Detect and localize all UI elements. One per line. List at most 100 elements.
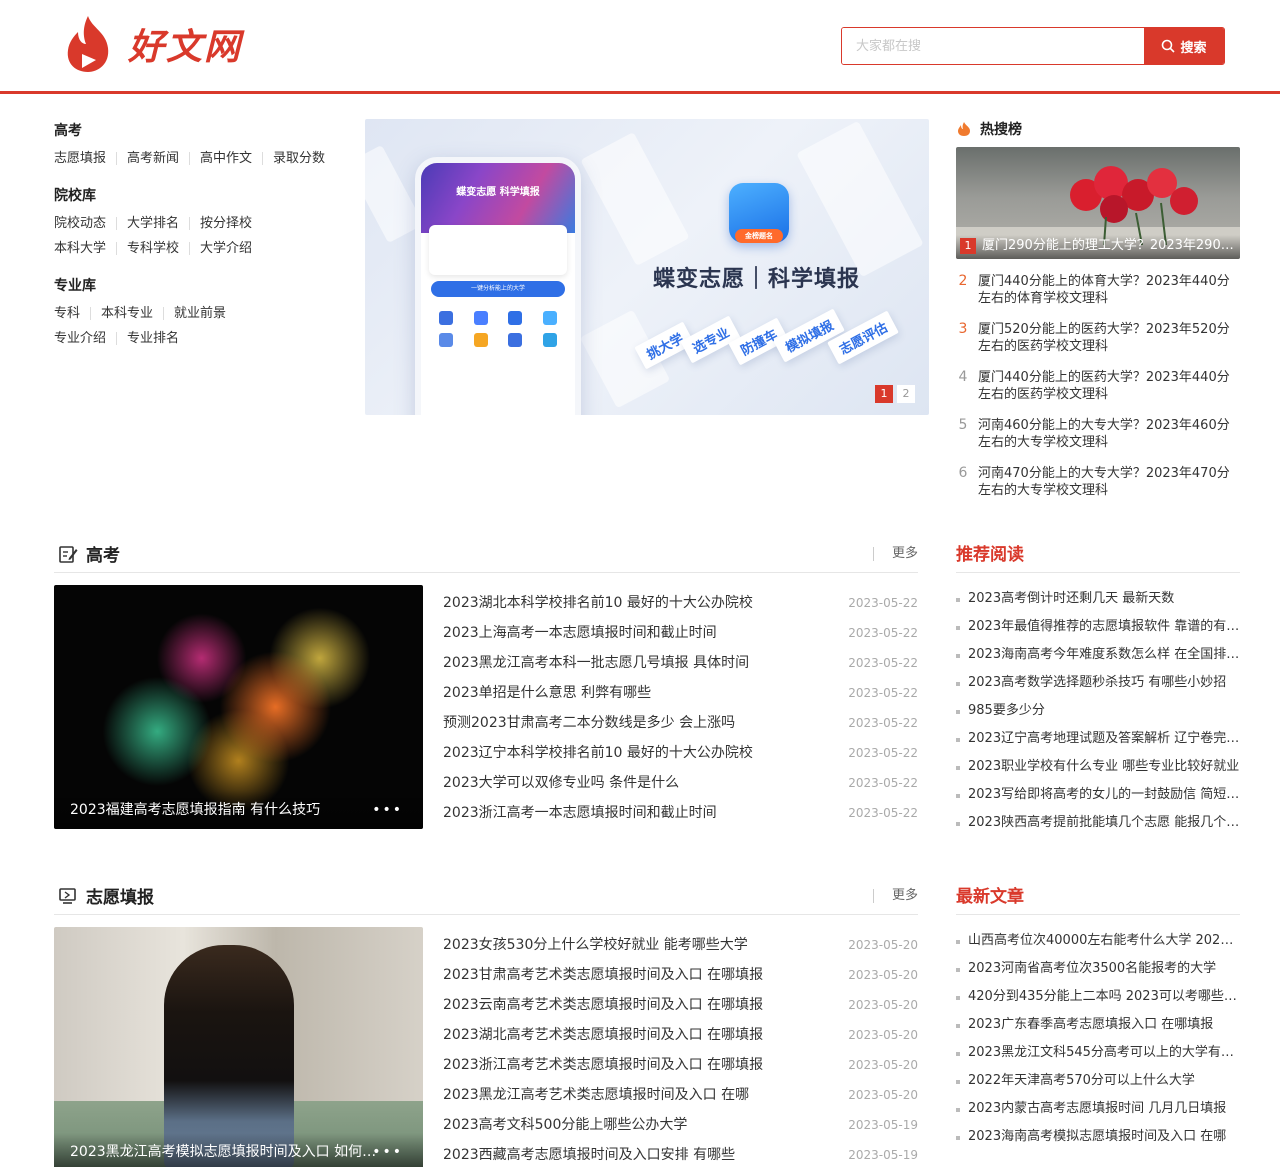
article-list-item[interactable]: 2023黑龙江高考本科一批志愿几号填报 具体时间 2023-05-22 <box>443 645 918 675</box>
nav-link[interactable]: 高中作文 <box>189 152 262 165</box>
nav-group: 高考志愿填报 高考新闻 高中作文 录取分数 <box>54 120 344 171</box>
article-title: 2023湖北本科学校排名前10 最好的十大公办院校 <box>443 595 753 611</box>
nav-link[interactable]: 大学介绍 <box>189 242 262 255</box>
sidebar-article-link[interactable]: 2023高考数学选择题秒杀技巧 有哪些小妙招 <box>956 669 1240 697</box>
article-list-item[interactable]: 2023辽宁本科学校排名前10 最好的十大公办院校 2023-05-22 <box>443 735 918 765</box>
banner-carousel[interactable]: 蝶变志愿 科学填报 一键分析能上的大学 金榜题名 蝶变志愿｜科学填报 挑大学 选… <box>365 119 929 415</box>
hot-item-text: 河南460分能上的大专大学？2023年460分左右的大专学校文理科 <box>978 418 1230 450</box>
article-list-item[interactable]: 预测2023甘肃高考二本分数线是多少 会上涨吗 2023-05-22 <box>443 705 918 735</box>
article-list-item[interactable]: 2023云南高考艺术类志愿填报时间及入口 在哪填报 2023-05-20 <box>443 987 918 1017</box>
article-list: 2023湖北本科学校排名前10 最好的十大公办院校 2023-05-22 2023上… <box>443 585 918 829</box>
hot-item-text: 厦门440分能上的体育大学？2023年440分左右的体育学校文理科 <box>978 274 1230 306</box>
article-date: 2023-05-20 <box>848 1028 918 1042</box>
latest-title: 最新文章 <box>956 877 1240 915</box>
recommend-title: 推荐阅读 <box>956 535 1240 573</box>
article-list-item[interactable]: 2023黑龙江高考艺术类志愿填报时间及入口 在哪 2023-05-20 <box>443 1077 918 1107</box>
article-date: 2023-05-22 <box>848 626 918 640</box>
sidebar-article-link[interactable]: 2023广东春季高考志愿填报入口 在哪填报 <box>956 1011 1240 1039</box>
article-list-item[interactable]: 2023单招是什么意思 利弊有哪些 2023-05-22 <box>443 675 918 705</box>
search-input[interactable] <box>842 28 1144 64</box>
sidebar-article-link[interactable]: 2023辽宁高考地理试题及答案解析 辽宁卷完整版 <box>956 725 1240 753</box>
article-list-item[interactable]: 2023西藏高考志愿填报时间及入口安排 有哪些 2023-05-19 <box>443 1137 918 1167</box>
search-button[interactable]: 搜索 <box>1144 28 1224 64</box>
nav-link[interactable]: 专科学校 <box>116 242 189 255</box>
nav-link[interactable]: 专科 <box>54 307 90 320</box>
sidebar-article-link[interactable]: 2023海南高考模拟志愿填报时间及入口 在哪 <box>956 1123 1240 1151</box>
section-header: 高考 更多 <box>54 535 918 573</box>
sidebar-article-link[interactable]: 2023陕西高考提前批能填几个志愿 能报几个学校 <box>956 809 1240 837</box>
sidebar-article-link[interactable]: 2022年天津高考570分可以上什么大学 <box>956 1067 1240 1095</box>
hot-list-item[interactable]: 5 河南460分能上的大专大学？2023年460分左右的大专学校文理科 <box>956 417 1240 451</box>
nav-link[interactable]: 录取分数 <box>262 152 335 165</box>
nav-link[interactable]: 本科大学 <box>54 242 116 255</box>
article-list-item[interactable]: 2023浙江高考艺术类志愿填报时间及入口 在哪填报 2023-05-20 <box>443 1047 918 1077</box>
hot-list-item[interactable]: 6 河南470分能上的大专大学？2023年470分左右的大专学校文理科 <box>956 465 1240 499</box>
hot-search-title: 热搜榜 <box>980 122 1022 138</box>
article-list-item[interactable]: 2023湖北本科学校排名前10 最好的十大公办院校 2023-05-22 <box>443 585 918 615</box>
sidebar-article-link[interactable]: 2023海南高考今年难度系数怎么样 在全国排第几 <box>956 641 1240 669</box>
logo-text: 好文网 <box>128 26 243 68</box>
hot-top-article[interactable]: 1 厦门290分能上的理工大学？2023年290分左右的理工学校文理科 <box>956 147 1240 259</box>
sidebar-article-link[interactable]: 2023内蒙古高考志愿填报时间 几月几日填报 <box>956 1095 1240 1123</box>
nav-link[interactable]: 专业介绍 <box>54 332 116 345</box>
article-list-item[interactable]: 2023大学可以双修专业吗 条件是什么 2023-05-22 <box>443 765 918 795</box>
article-list-item[interactable]: 2023甘肃高考艺术类志愿填报时间及入口 在哪填报 2023-05-20 <box>443 957 918 987</box>
sidebar-article-link[interactable]: 2023写给即将高考的女儿的一封鼓励信 简短暖心 <box>956 781 1240 809</box>
sidebar-article-link[interactable]: 985要多少分 <box>956 697 1240 725</box>
nav-link[interactable]: 专业排名 <box>116 332 189 345</box>
hot-list-item[interactable]: 3 厦门520分能上的医药大学？2023年520分左右的医药学校文理科 <box>956 321 1240 355</box>
hot-top-text: 厦门290分能上的理工大学？2023年290分左右的理工学校文理科 <box>982 238 1240 253</box>
nav-link[interactable]: 志愿填报 <box>54 152 116 165</box>
sidebar-article-link[interactable]: 山西高考位次40000左右能考什么大学 2023推荐 <box>956 927 1240 955</box>
featured-article-image[interactable]: 2023黑龙江高考模拟志愿填报时间及入口 如何填报 ••• <box>54 927 423 1167</box>
nav-group-title[interactable]: 高考 <box>54 120 344 142</box>
site-logo[interactable]: 好文网 <box>62 14 242 74</box>
article-date: 2023-05-22 <box>848 716 918 730</box>
section-title: 志愿填报 <box>86 888 154 908</box>
sidebar-article-link[interactable]: 420分到435分能上二本吗 2023可以考哪些院校 <box>956 983 1240 1011</box>
sidebar-article-link[interactable]: 2023黑龙江文科545分高考可以上的大学有哪些 <box>956 1039 1240 1067</box>
section-title: 高考 <box>86 546 120 566</box>
article-date: 2023-05-20 <box>848 968 918 982</box>
nav-link[interactable]: 院校动态 <box>54 217 116 230</box>
nav-link[interactable]: 本科专业 <box>90 307 163 320</box>
carousel-page-1[interactable]: 1 <box>875 385 893 403</box>
hot-list-item[interactable]: 4 厦门440分能上的医药大学？2023年440分左右的医药学校文理科 <box>956 369 1240 403</box>
phone-mockup: 蝶变志愿 科学填报 一键分析能上的大学 <box>415 157 581 415</box>
article-list-item[interactable]: 2023上海高考一本志愿填报时间和截止时间 2023-05-22 <box>443 615 918 645</box>
carousel-page-2[interactable]: 2 <box>897 385 915 403</box>
nav-group-title[interactable]: 院校库 <box>54 185 344 207</box>
article-date: 2023-05-20 <box>848 998 918 1012</box>
article-list-item[interactable]: 2023女孩530分上什么学校好就业 能考哪些大学 2023-05-20 <box>443 927 918 957</box>
rank-number: 3 <box>958 321 968 337</box>
sidebar-article-link[interactable]: 2023职业学校有什么专业 哪些专业比较好就业 <box>956 753 1240 781</box>
featured-article-image[interactable]: 2023福建高考志愿填报指南 有什么技巧 ••• <box>54 585 423 829</box>
sidebar-article-link[interactable]: 2023年最值得推荐的志愿填报软件 靠谱的有哪些 <box>956 613 1240 641</box>
nav-link[interactable]: 就业前景 <box>163 307 236 320</box>
article-date: 2023-05-20 <box>848 938 918 952</box>
featured-caption-text: 2023黑龙江高考模拟志愿填报时间及入口 如何填报 <box>70 1144 380 1160</box>
featured-article-caption: 2023福建高考志愿填报指南 有什么技巧 ••• <box>54 791 423 829</box>
banner-tag: 选专业 <box>680 315 741 364</box>
nav-link[interactable]: 大学排名 <box>116 217 189 230</box>
sidebar-article-link[interactable]: 2023高考倒计时还剩几天 最新天数 <box>956 585 1240 613</box>
article-list-item[interactable]: 2023高考文科500分能上哪些公办大学 2023-05-19 <box>443 1107 918 1137</box>
hot-item-text: 厦门520分能上的医药大学？2023年520分左右的医药学校文理科 <box>978 322 1230 354</box>
article-date: 2023-05-19 <box>848 1118 918 1132</box>
article-list-item[interactable]: 2023浙江高考一本志愿填报时间和截止时间 2023-05-22 <box>443 795 918 825</box>
article-list-item[interactable]: 2023湖北高考艺术类志愿填报时间及入口 在哪填报 2023-05-20 <box>443 1017 918 1047</box>
article-date: 2023-05-22 <box>848 776 918 790</box>
featured-article-caption: 2023黑龙江高考模拟志愿填报时间及入口 如何填报 ••• <box>54 1133 423 1167</box>
article-title: 2023女孩530分上什么学校好就业 能考哪些大学 <box>443 937 748 953</box>
section-gaokao: 高考 更多 2023福建高考志愿填报指南 有什么技巧 ••• 2023湖北本科学… <box>54 535 918 829</box>
section-header: 志愿填报 更多 <box>54 877 918 915</box>
sidebar-article-link[interactable]: 2023河南省高考位次3500名能报考的大学 <box>956 955 1240 983</box>
nav-link[interactable]: 按分择校 <box>189 217 262 230</box>
nav-group-title[interactable]: 专业库 <box>54 275 344 297</box>
rank-number: 6 <box>958 465 968 481</box>
nav-row: 志愿填报 高考新闻 高中作文 录取分数 <box>54 146 344 171</box>
more-link[interactable]: 更多 <box>872 888 918 903</box>
hot-list-item[interactable]: 2 厦门440分能上的体育大学？2023年440分左右的体育学校文理科 <box>956 273 1240 307</box>
nav-link[interactable]: 高考新闻 <box>116 152 189 165</box>
more-link[interactable]: 更多 <box>872 546 918 561</box>
